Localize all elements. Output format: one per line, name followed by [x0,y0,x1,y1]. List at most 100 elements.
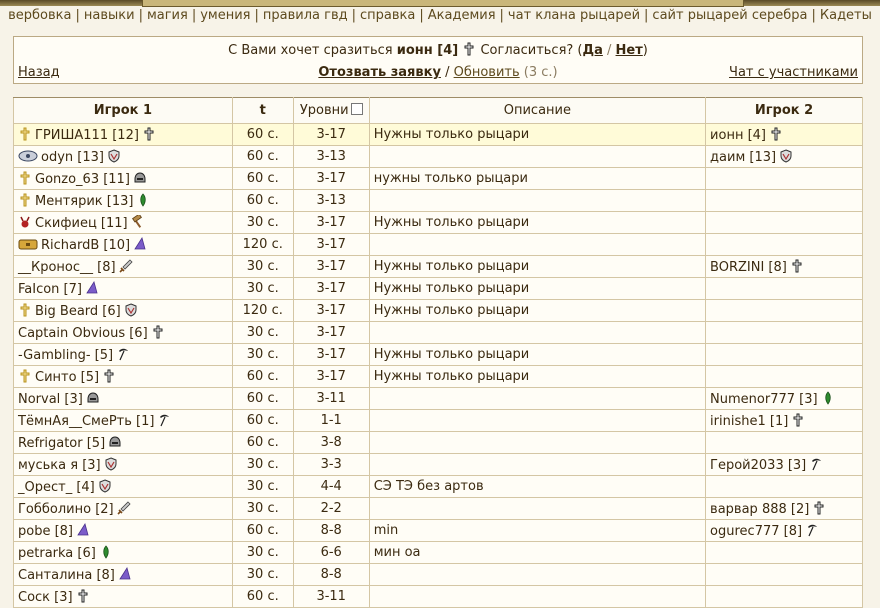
player1-name[interactable]: __Кронос__ [8] [18,260,116,275]
nav-link[interactable]: Кадеты [820,8,872,23]
col-description: Описание [368,97,707,124]
table-row[interactable]: муська я [3] 30 с. 3-3 Герой2033 [3] [13,453,863,476]
player1-name[interactable]: Гобболино [2] [18,502,114,517]
levels-cell: 3-17 [292,255,370,278]
player1-name[interactable]: Синто [5] [35,370,99,385]
table-row[interactable]: ТёмнАя__СмеРть [1] 60 с. 1-1 irinishe1 [1] [13,409,863,432]
time-cell: 120 с. [231,233,294,256]
nav-separator: | [75,8,80,23]
cross-icon [76,589,90,603]
levels-filter-checkbox[interactable] [350,103,363,115]
description-cell: нужны только рыцари [368,167,707,190]
player2-name[interactable]: ионн [4] [710,128,766,143]
player1-cell: Big Beard [6] [13,299,233,322]
nav-link[interactable]: чат клана рыцарей [508,8,640,23]
table-row[interactable]: Ментярик [13] 60 с. 3-13 [13,189,863,212]
table-row[interactable]: FaIcon [7] 30 с. 3-17 Нужны только рыцари [13,277,863,300]
table-row[interactable]: __Кронос__ [8] 30 с. 3-17 Нужны только рыца… [13,255,863,278]
table-row[interactable]: Скифиец [11] 30 с. 3-17 Нужны только рыцари [13,211,863,234]
nav-separator: | [351,8,356,23]
levels-cell: 3-3 [292,453,370,476]
player1-cell: odyn [13] [13,145,233,168]
table-row[interactable]: odyn [13] 60 с. 3-13 даим [13] [13,145,863,168]
player1-name[interactable]: Скифиец [11] [35,216,128,231]
nav-link[interactable]: умения [200,8,250,23]
player1-name[interactable]: Ментярик [13] [35,194,133,209]
nav-link[interactable]: вербовка [8,8,71,23]
nav-link[interactable]: правила гвд [263,8,348,23]
levels-cell: 3-17 [292,321,370,344]
nav-link[interactable]: Академия [428,8,496,23]
time-cell: 60 с. [231,387,294,410]
table-row[interactable]: Синто [5] 60 с. 3-17 Нужны только рыцари [13,365,863,388]
player1-name[interactable]: Norval [3] [18,392,83,407]
player1-name[interactable]: Big Beard [6] [35,304,121,319]
participants-chat-link[interactable]: Чат с участниками [729,65,858,80]
time-cell: 30 с. [231,453,294,476]
nav-link[interactable]: справка [360,8,415,23]
table-row[interactable]: pobe [8] 60 с. 8-8 min ogurec777 [8] [13,519,863,542]
player1-name[interactable]: Refrigator [5] [18,436,105,451]
table-row[interactable]: petrarka [6] 30 с. 6-6 мин оа [13,541,863,564]
leaf-icon [821,390,835,405]
player1-name[interactable]: ТёмнАя__СмеРть [1] [18,414,154,429]
player2-name[interactable]: варвар 888 [2] [710,502,809,517]
table-row[interactable]: Gonzo_63 [11] 60 с. 3-17 нужны только рыцар… [13,167,863,190]
table-row[interactable]: Big Beard [6] 120 с. 3-17 Нужны только рыца… [13,299,863,322]
nav-link[interactable]: магия [147,8,188,23]
refresh-link[interactable]: Обновить [454,65,520,80]
time-cell: 60 с. [231,145,294,168]
revoke-request-link[interactable]: Отозвать заявку [318,65,441,80]
player2-name[interactable]: ogurec777 [8] [710,524,802,539]
player1-name[interactable]: pobe [8] [18,524,73,539]
table-row[interactable]: ГРИША111 [12] 60 с. 3-17 Нужны только рыцар… [13,123,863,146]
player2-cell [705,431,863,454]
player2-name[interactable]: irinishe1 [1] [710,414,788,429]
player1-name[interactable]: petrarka [6] [18,546,96,561]
time-cell: 60 с. [231,519,294,542]
nav-separator: | [254,8,259,23]
player1-name[interactable]: Captain Obvious [6] [18,326,148,341]
player1-name[interactable]: Санталина [8] [18,568,115,583]
player1-name[interactable]: Gonzo_63 [11] [35,172,130,187]
player1-name[interactable]: odyn [13] [41,150,104,165]
player2-cell: BORZINI [8] [705,255,863,278]
player2-name[interactable]: BORZINI [8] [710,260,787,275]
player1-name[interactable]: RichardB [10] [41,238,130,253]
challenger-name[interactable]: ионн [4] [397,43,458,58]
table-row[interactable]: Соск [3] 60 с. 3-11 [13,585,863,608]
table-row[interactable]: Captain Obvious [6] 30 с. 3-17 [13,321,863,344]
player2-name[interactable]: Numenor777 [3] [710,392,818,407]
table-row[interactable]: Refrigator [5] 60 с. 3-8 [13,431,863,454]
player2-cell: варвар 888 [2] [705,497,863,520]
player1-name[interactable]: Соск [3] [18,590,73,605]
time-cell: 30 с. [231,497,294,520]
table-row[interactable]: Norval [3] 60 с. 3-11 Numenor777 [3] [13,387,863,410]
description-cell: мин оа [368,541,707,564]
player2-cell [705,321,863,344]
player1-name[interactable]: _Орест_ [4] [18,480,95,495]
player1-name[interactable]: ГРИША111 [12] [35,128,139,143]
description-cell: Нужны только рыцари [368,299,707,322]
nav-link[interactable]: навыки [84,8,135,23]
cross-icon [142,127,156,141]
description-cell [368,145,707,168]
player2-cell [705,585,863,608]
table-header-row: Игрок 1 t Уровни Описание Игрок 2 [13,97,863,124]
nav-link[interactable]: сайт рыцарей серебра [652,8,807,23]
table-row[interactable]: Санталина [8] 30 с. 8-8 [13,563,863,586]
table-row[interactable]: RichardB [10] 120 с. 3-17 [13,233,863,256]
player1-name[interactable]: муська я [3] [18,458,101,473]
player1-name[interactable]: FaIcon [7] [18,282,82,297]
shield-icon [779,148,793,163]
table-row[interactable]: Гобболино [2] 30 с. 2-2 варвар 888 [2] [13,497,863,520]
main-nav: вербовка | навыки | магия | умения | правила гвд… [0,6,880,28]
player2-name[interactable]: даим [13] [710,150,776,165]
table-row[interactable]: -Gambling- [5] 30 с. 3-17 Нужны только рыца… [13,343,863,366]
table-row[interactable]: _Орест_ [4] 30 с. 4-4 СЭ ТЭ без артов [13,475,863,498]
decline-link[interactable]: Нет [616,43,643,58]
player1-name[interactable]: -Gambling- [5] [18,348,113,363]
nav-separator: | [191,8,197,23]
player2-name[interactable]: Герой2033 [3] [710,458,806,473]
accept-link[interactable]: Да [583,43,603,58]
